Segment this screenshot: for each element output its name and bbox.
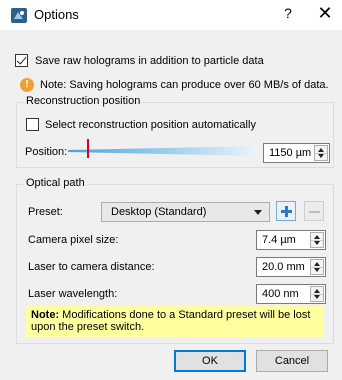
position-slider-handle[interactable] bbox=[87, 139, 89, 158]
laser-distance-spinbox[interactable]: 20.0 mm bbox=[256, 257, 326, 277]
spin-down-icon[interactable] bbox=[314, 268, 320, 272]
wavelength-spinbox[interactable]: 400 nm bbox=[256, 284, 326, 304]
help-button[interactable]: ? bbox=[276, 5, 300, 25]
wavelength-label: Laser wavelength: bbox=[28, 288, 118, 300]
camera-pixel-spin-arrows[interactable] bbox=[310, 232, 324, 248]
optical-path-group-title: Optical path bbox=[24, 177, 87, 189]
position-label: Position: bbox=[25, 146, 68, 158]
preset-label: Preset: bbox=[28, 206, 63, 218]
camera-pixel-value: 7.4 µm bbox=[262, 234, 296, 246]
add-preset-button[interactable] bbox=[276, 201, 296, 221]
minus-icon bbox=[309, 211, 320, 213]
warning-icon: ! bbox=[20, 78, 34, 92]
save-raw-checkbox[interactable] bbox=[15, 54, 28, 67]
preset-value: Desktop (Standard) bbox=[111, 206, 207, 218]
spin-down-icon[interactable] bbox=[314, 295, 320, 299]
preset-warning-note: Note: Modifications done to a Standard p… bbox=[26, 306, 324, 337]
close-button[interactable]: ✕ bbox=[312, 3, 338, 25]
auto-position-label[interactable]: Select reconstruction position automatic… bbox=[45, 119, 256, 131]
title-bar: Options ? ✕ bbox=[0, 0, 342, 30]
chevron-down-icon bbox=[254, 210, 262, 215]
position-spinbox[interactable]: 1150 µm bbox=[263, 143, 330, 163]
spin-up-icon[interactable] bbox=[314, 289, 320, 293]
spin-up-icon[interactable] bbox=[318, 148, 324, 152]
wavelength-spin-arrows[interactable] bbox=[310, 286, 324, 302]
laser-distance-spin-arrows[interactable] bbox=[310, 259, 324, 275]
position-value: 1150 µm bbox=[269, 147, 312, 159]
camera-pixel-spinbox[interactable]: 7.4 µm bbox=[256, 230, 326, 250]
plus-icon-v bbox=[285, 206, 288, 217]
spin-up-icon[interactable] bbox=[314, 262, 320, 266]
app-icon bbox=[11, 8, 27, 23]
auto-position-checkbox[interactable] bbox=[26, 118, 39, 131]
preset-warning-text: Modifications done to a Standard preset … bbox=[31, 309, 311, 333]
save-raw-label[interactable]: Save raw holograms in addition to partic… bbox=[35, 55, 264, 67]
storage-note: Note: Saving holograms can produce over … bbox=[40, 79, 329, 91]
wavelength-value: 400 nm bbox=[262, 288, 299, 300]
reconstruction-group-title: Reconstruction position bbox=[24, 95, 143, 107]
cancel-button[interactable]: Cancel bbox=[256, 350, 328, 372]
position-slider-track[interactable] bbox=[68, 146, 258, 156]
window-title: Options bbox=[34, 7, 79, 22]
spin-down-icon[interactable] bbox=[314, 241, 320, 245]
spin-up-icon[interactable] bbox=[314, 235, 320, 239]
preset-warning-bold: Note: bbox=[31, 309, 60, 321]
ok-button[interactable]: OK bbox=[174, 350, 246, 372]
camera-pixel-label: Camera pixel size: bbox=[28, 234, 119, 246]
position-spin-arrows[interactable] bbox=[314, 145, 328, 161]
laser-distance-value: 20.0 mm bbox=[262, 261, 305, 273]
laser-distance-label: Laser to camera distance: bbox=[28, 261, 155, 273]
remove-preset-button bbox=[304, 201, 324, 221]
spin-down-icon[interactable] bbox=[318, 154, 324, 158]
preset-dropdown[interactable]: Desktop (Standard) bbox=[101, 202, 270, 222]
